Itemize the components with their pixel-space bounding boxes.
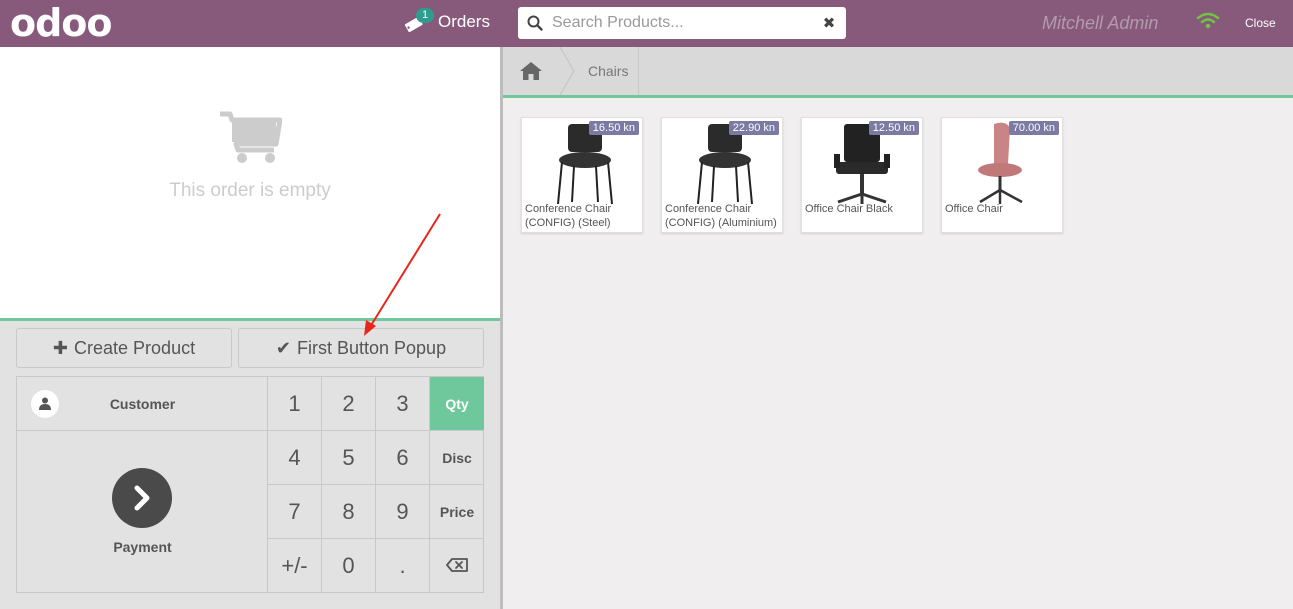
numpad-key-7[interactable]: 7 xyxy=(268,485,322,539)
numpad-key-2[interactable]: 2 xyxy=(322,377,376,431)
product-card[interactable]: 16.50 kn Conference Chair (CONFIG) (Stee… xyxy=(521,117,643,233)
empty-order-text: This order is empty xyxy=(169,180,331,201)
orders-count-badge: 1 xyxy=(416,8,435,23)
numpad: Customer Payment 1 2 3 Qty 4 5 6 Disc 7 … xyxy=(16,376,484,593)
numpad-key-6[interactable]: 6 xyxy=(376,431,430,485)
search-box: ✖ xyxy=(518,7,846,39)
wifi-icon xyxy=(1196,12,1220,35)
check-icon: ✔ xyxy=(275,337,291,358)
first-button-popup-label: First Button Popup xyxy=(297,337,447,358)
mode-disc-button[interactable]: Disc xyxy=(430,431,484,485)
search-input[interactable] xyxy=(552,14,812,32)
numpad-key-plus-minus[interactable]: +/- xyxy=(268,539,322,593)
numpad-key-1[interactable]: 1 xyxy=(268,377,322,431)
top-bar: odoo 1 Orders ✖ Mitchell Admin xyxy=(0,0,1293,47)
customer-button[interactable]: Customer xyxy=(17,377,268,431)
numpad-key-5[interactable]: 5 xyxy=(322,431,376,485)
product-name: Office Chair xyxy=(945,203,1003,215)
breadcrumb-category[interactable]: Chairs xyxy=(578,47,640,95)
clear-search-icon[interactable]: ✖ xyxy=(812,14,846,32)
home-icon[interactable] xyxy=(503,47,558,95)
product-card[interactable]: 22.90 kn Conference Chair (CONFIG) (Alum… xyxy=(661,117,783,233)
numpad-key-8[interactable]: 8 xyxy=(322,485,376,539)
product-price: 16.50 kn xyxy=(588,121,639,135)
search-icon xyxy=(518,7,552,39)
breadcrumb-divider xyxy=(503,95,1293,98)
orders-button[interactable]: 1 Orders xyxy=(404,8,490,35)
product-card[interactable]: 12.50 kn Office Chair Black xyxy=(801,117,923,233)
first-button-popup-button[interactable]: ✔ First Button Popup xyxy=(238,328,484,368)
left-pane: This order is empty ✚ Create Product ✔ F… xyxy=(0,47,500,609)
breadcrumb-separator xyxy=(558,46,578,100)
cart-icon xyxy=(218,110,283,171)
product-price: 12.50 kn xyxy=(868,121,919,135)
numpad-key-9[interactable]: 9 xyxy=(376,485,430,539)
product-price: 22.90 kn xyxy=(728,121,779,135)
payment-label: Payment xyxy=(113,539,172,555)
chevron-right-icon xyxy=(112,468,172,528)
numpad-key-4[interactable]: 4 xyxy=(268,431,322,485)
backspace-icon xyxy=(446,557,468,575)
product-pane: Chairs 16.50 kn Conference Chair (CONFIG… xyxy=(503,46,1293,609)
user-name: Mitchell Admin xyxy=(1042,13,1159,33)
odoo-logo: odoo xyxy=(10,1,113,45)
customer-label: Customer xyxy=(109,395,176,412)
control-panel: ✚ Create Product ✔ First Button Popup Cu… xyxy=(0,321,500,609)
mode-price-button[interactable]: Price xyxy=(430,485,484,539)
backspace-button[interactable] xyxy=(430,539,484,593)
plus-icon: ✚ xyxy=(52,337,69,358)
product-name: Conference Chair (CONFIG) (Steel) xyxy=(525,203,612,229)
close-button[interactable]: Close xyxy=(1245,16,1276,30)
product-card[interactable]: 70.00 kn Office Chair xyxy=(941,117,1063,233)
order-area: This order is empty xyxy=(0,47,500,318)
breadcrumb: Chairs xyxy=(503,46,1293,96)
numpad-key-0[interactable]: 0 xyxy=(322,539,376,593)
mode-qty-button[interactable]: Qty xyxy=(430,377,484,431)
orders-label: Orders xyxy=(438,12,490,31)
create-product-label: Create Product xyxy=(74,337,196,358)
numpad-key-dot[interactable]: . xyxy=(376,539,430,593)
product-name: Conference Chair (CONFIG) (Aluminium) xyxy=(665,203,777,229)
numpad-key-3[interactable]: 3 xyxy=(376,377,430,431)
ticket-icon: 1 xyxy=(404,8,435,35)
product-price: 70.00 kn xyxy=(1008,121,1059,135)
create-product-button[interactable]: ✚ Create Product xyxy=(16,328,232,368)
product-name: Office Chair Black xyxy=(805,203,893,215)
payment-button[interactable]: Payment xyxy=(17,431,268,593)
